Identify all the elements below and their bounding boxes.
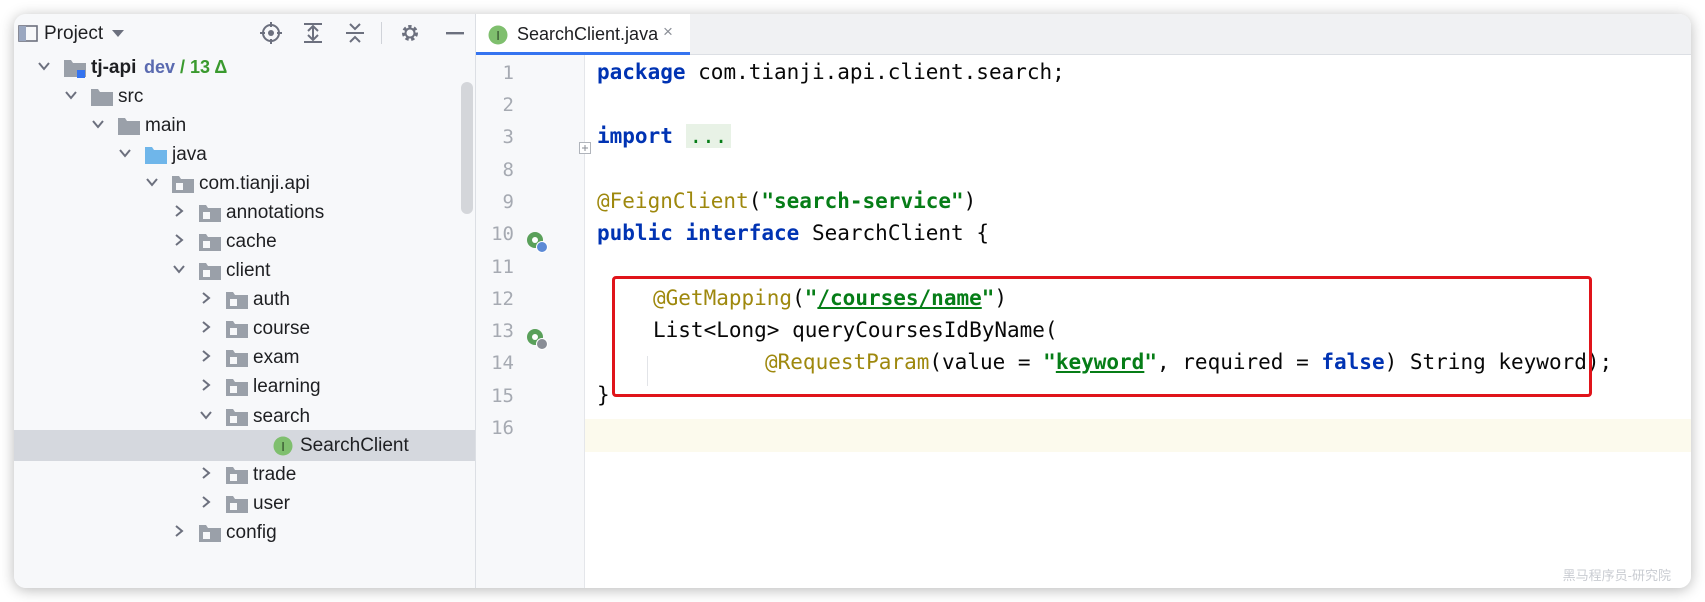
tree-item-java[interactable]: java: [14, 139, 475, 170]
interface-icon: I: [273, 436, 293, 456]
project-panel-header: Project: [14, 14, 475, 50]
locate-file-icon[interactable]: [260, 22, 282, 44]
tree-item-trade[interactable]: trade: [14, 459, 475, 490]
tree-item-search[interactable]: search: [14, 401, 475, 432]
package-icon: [226, 350, 248, 367]
chevron-down-icon[interactable]: [64, 88, 78, 102]
highlight-annotation-box: [612, 276, 1592, 397]
project-view-title[interactable]: Project: [44, 23, 103, 45]
project-window-icon[interactable]: [18, 25, 38, 42]
collapse-all-icon[interactable]: [345, 22, 365, 44]
gear-icon[interactable]: [399, 22, 421, 44]
tab-label: SearchClient.java: [517, 24, 659, 44]
tree-item-label: com.tianji.api: [199, 173, 310, 194]
chevron-right-icon[interactable]: [199, 495, 213, 509]
tree-item-label: main: [145, 115, 187, 136]
tree-item-label: learning: [253, 376, 321, 397]
tree-item-config[interactable]: config: [14, 517, 475, 548]
tree-item-label: exam: [253, 347, 300, 368]
folder-icon: [118, 118, 140, 135]
tree-item-learning[interactable]: learning: [14, 371, 475, 402]
tree-item-label: SearchClient: [300, 435, 409, 456]
tree-item-label: trade: [253, 464, 297, 485]
close-tab-icon[interactable]: ×: [663, 22, 673, 42]
view-dropdown-icon[interactable]: [111, 29, 125, 38]
svg-text:I: I: [496, 28, 500, 43]
tree-item-label: cache: [226, 231, 277, 252]
folded-imports[interactable]: ...: [685, 124, 732, 148]
package-icon: [172, 176, 194, 193]
package-icon: [226, 379, 248, 396]
source-folder-icon: [145, 147, 167, 164]
module-folder-icon: [64, 60, 86, 78]
toolbar-divider: [381, 22, 382, 44]
code-line-feign-annotation: @FeignClient("search-service"): [597, 189, 977, 213]
tree-item-exam[interactable]: exam: [14, 342, 475, 373]
chevron-down-icon[interactable]: [145, 175, 159, 189]
package-icon: [199, 234, 221, 251]
chevron-down-icon[interactable]: [37, 59, 51, 73]
package-icon: [199, 205, 221, 222]
chevron-down-icon[interactable]: [199, 408, 213, 422]
chevron-down-icon[interactable]: [91, 117, 105, 131]
project-tree-scrollbar[interactable]: [461, 82, 473, 214]
tree-item-user[interactable]: user: [14, 488, 475, 519]
package-icon: [199, 525, 221, 542]
tree-item-label: src: [118, 86, 144, 107]
chevron-right-icon[interactable]: [172, 204, 186, 218]
ide-window: Project tj-api dev / 13 Δ src main java …: [14, 14, 1691, 588]
chevron-right-icon[interactable]: [199, 291, 213, 305]
interface-icon: I: [488, 25, 508, 45]
code-line-package: package com.tianji.api.client.search;: [597, 60, 1065, 84]
code-line-import: import ...: [597, 124, 732, 148]
tree-item-label: tj-api: [91, 57, 137, 78]
svg-text:I: I: [281, 439, 285, 454]
minimize-icon[interactable]: [446, 32, 464, 35]
expand-all-icon[interactable]: [303, 22, 323, 44]
chevron-right-icon[interactable]: [199, 466, 213, 480]
branch-label: dev: [144, 57, 176, 77]
code-line-interface: public interface SearchClient {: [597, 221, 989, 245]
tree-item-label: user: [253, 493, 290, 514]
watermark: 黑马程序员-研究院: [1562, 568, 1671, 583]
package-icon: [226, 409, 248, 426]
package-icon: [226, 292, 248, 309]
chevron-right-icon[interactable]: [199, 349, 213, 363]
tree-item-auth[interactable]: auth: [14, 284, 475, 315]
chevron-right-icon[interactable]: [172, 233, 186, 247]
tree-item-label: course: [253, 318, 311, 339]
tree-item-annotations[interactable]: annotations: [14, 197, 475, 228]
package-icon: [226, 321, 248, 338]
chevron-right-icon[interactable]: [199, 320, 213, 334]
package-icon: [226, 496, 248, 513]
tree-item-course[interactable]: course: [14, 313, 475, 344]
tree-item-searchclient[interactable]: I SearchClient: [14, 430, 475, 461]
package-icon: [226, 467, 248, 484]
editor-tab-bar: I SearchClient.java ×: [476, 14, 1691, 55]
tree-item-label: java: [172, 144, 207, 165]
tree-item-label: annotations: [226, 202, 325, 223]
changes-count: / 13 Δ: [180, 57, 228, 77]
chevron-right-icon[interactable]: [199, 378, 213, 392]
tree-item-tj-api[interactable]: tj-api dev / 13 Δ: [14, 52, 475, 83]
project-panel: Project tj-api dev / 13 Δ src main java …: [14, 14, 476, 588]
chevron-down-icon[interactable]: [118, 146, 132, 160]
tree-item-label: auth: [253, 289, 290, 310]
chevron-right-icon[interactable]: [172, 524, 186, 538]
chevron-down-icon[interactable]: [172, 262, 186, 276]
tree-item-com-tianji-api[interactable]: com.tianji.api: [14, 168, 475, 199]
tree-item-label: search: [253, 406, 311, 427]
tree-item-label: client: [226, 260, 271, 281]
folder-icon: [91, 89, 113, 106]
tree-item-src[interactable]: src: [14, 81, 475, 112]
package-icon: [199, 263, 221, 280]
tree-item-client[interactable]: client: [14, 255, 475, 286]
tab-searchclient-java[interactable]: I SearchClient.java ×: [476, 14, 690, 55]
tree-item-cache[interactable]: cache: [14, 226, 475, 257]
tree-item-main[interactable]: main: [14, 110, 475, 141]
code-line-close-brace: }: [597, 383, 610, 407]
tree-item-label: config: [226, 522, 277, 543]
